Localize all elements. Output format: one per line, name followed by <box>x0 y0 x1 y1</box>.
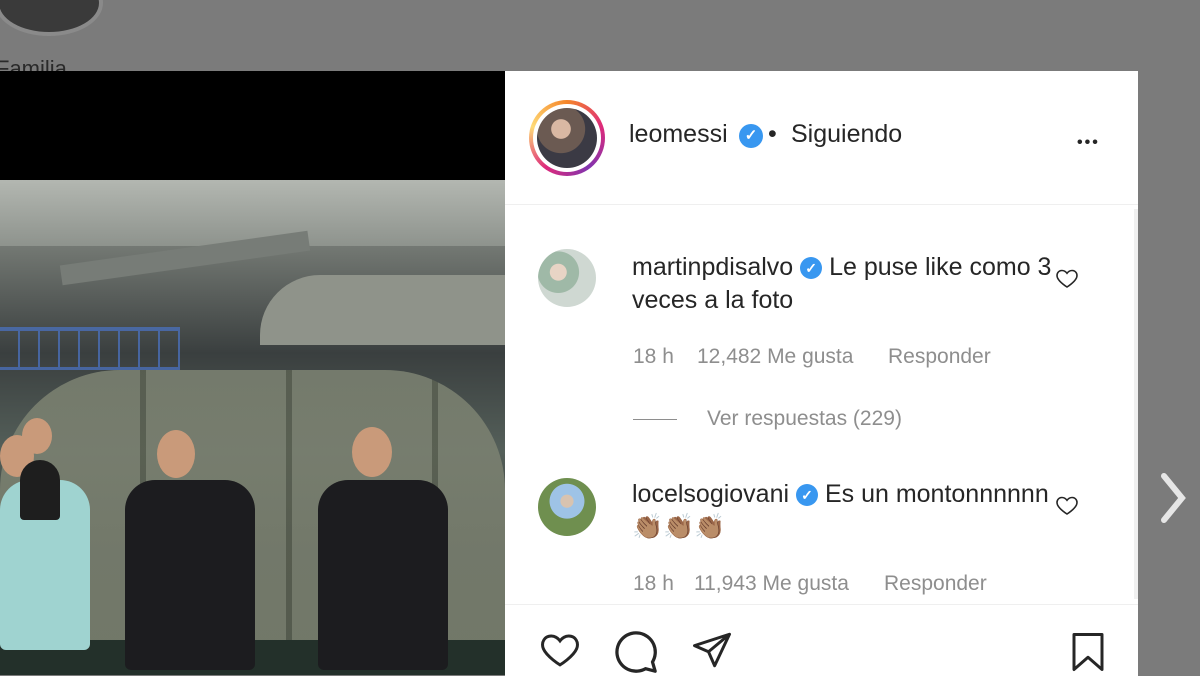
comments-scrollbar[interactable] <box>1134 209 1138 599</box>
post-photo[interactable] <box>0 71 505 675</box>
comment-time: 18 h <box>633 572 674 595</box>
following-button[interactable]: Siguiendo <box>791 120 902 149</box>
next-arrow-icon[interactable] <box>1152 468 1192 528</box>
comment-like-icon[interactable] <box>1055 493 1079 517</box>
comment-body: martinpdisalvo ✓ Le puse like como 3 vec… <box>632 251 1052 317</box>
comment-icon[interactable] <box>613 629 659 675</box>
reply-button[interactable]: Responder <box>888 345 991 369</box>
comment-body: locelsogiovani ✓ Es un montonnnnnn 👏🏽👏🏽👏… <box>632 478 1052 544</box>
verified-icon: ✓ <box>739 124 763 148</box>
verified-icon: ✓ <box>796 484 818 506</box>
replies-divider <box>633 419 677 420</box>
comment-username[interactable]: locelsogiovani <box>632 480 789 508</box>
comment-likes[interactable]: 12,482 Me gusta <box>697 345 853 369</box>
share-icon[interactable] <box>689 629 735 671</box>
view-replies-button[interactable]: Ver respuestas (229) <box>707 407 902 431</box>
photo-scene <box>0 180 505 675</box>
comment-like-icon[interactable] <box>1055 266 1079 290</box>
more-icon[interactable]: ••• <box>1077 128 1100 158</box>
action-bar <box>505 604 1138 676</box>
comment-avatar[interactable] <box>538 478 596 536</box>
comment-avatar[interactable] <box>538 249 596 307</box>
comment-username[interactable]: martinpdisalvo <box>632 253 793 281</box>
save-icon[interactable] <box>1067 629 1109 675</box>
background-story-highlight[interactable] <box>0 0 103 36</box>
post-username[interactable]: leomessi <box>629 120 728 149</box>
comment-time: 18 h <box>633 345 674 368</box>
post-detail-panel: leomessi ✓ • Siguiendo ••• martinpdisalv… <box>505 71 1138 676</box>
verified-icon: ✓ <box>800 257 823 279</box>
comment-likes[interactable]: 11,943 Me gusta <box>694 572 849 596</box>
header-separator: • <box>768 120 777 148</box>
like-icon[interactable] <box>537 629 583 671</box>
profile-avatar[interactable] <box>529 100 605 176</box>
post-header: leomessi ✓ • Siguiendo ••• <box>505 71 1138 205</box>
reply-button[interactable]: Responder <box>884 572 987 596</box>
